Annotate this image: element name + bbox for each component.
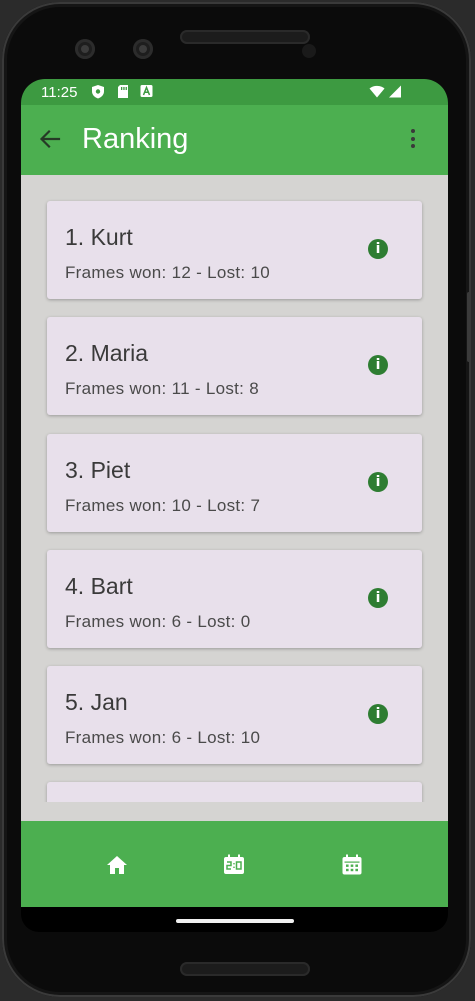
- ranking-list[interactable]: 1. Kurt Frames won: 12 - Lost: 10 i 2. M…: [21, 175, 448, 802]
- gesture-home-bar[interactable]: [176, 919, 294, 923]
- player-name: 2. Maria: [65, 340, 149, 366]
- player-stats: Frames won: 12 - Lost: 10: [65, 263, 270, 282]
- ranking-card[interactable]: 2. Maria Frames won: 11 - Lost: 8 i: [47, 317, 422, 415]
- phone-frame: 11:25 Ranking 1. Kurt Frames won: 12 - L…: [2, 2, 471, 997]
- front-camera: [75, 39, 95, 59]
- info-icon[interactable]: i: [368, 355, 388, 375]
- home-icon[interactable]: [105, 853, 129, 877]
- sim-card-icon: [118, 85, 128, 98]
- status-time: 11:25: [41, 84, 78, 101]
- power-button: [467, 292, 471, 362]
- info-icon[interactable]: i: [368, 472, 388, 492]
- arrow-back-icon[interactable]: [39, 128, 61, 150]
- wifi-icon: [369, 85, 385, 98]
- player-name: 1. Kurt: [65, 224, 133, 250]
- status-bar: 11:25: [21, 79, 448, 105]
- signal-icon: [389, 85, 401, 98]
- front-sensor: [133, 39, 153, 59]
- shield-icon: [92, 85, 104, 99]
- proximity-sensor: [302, 44, 316, 58]
- a-box-icon: [140, 85, 153, 97]
- player-stats: Frames won: 6 - Lost: 10: [65, 728, 261, 747]
- calendar-icon[interactable]: [340, 853, 364, 877]
- list-bottom-gap: [21, 802, 448, 821]
- bottom-navigation: [21, 821, 448, 907]
- info-icon[interactable]: i: [368, 704, 388, 724]
- app-bar: Ranking: [21, 105, 448, 175]
- player-stats: Frames won: 11 - Lost: 8: [65, 379, 259, 398]
- player-name: 3. Piet: [65, 457, 131, 483]
- screen: 11:25 Ranking 1. Kurt Frames won: 12 - L…: [21, 79, 448, 932]
- player-name: 4. Bart: [65, 573, 133, 599]
- bottom-speaker: [180, 962, 310, 976]
- ranking-card-partial[interactable]: [47, 782, 422, 802]
- more-vert-icon[interactable]: [410, 129, 416, 153]
- player-stats: Frames won: 6 - Lost: 0: [65, 612, 251, 631]
- player-stats: Frames won: 10 - Lost: 7: [65, 496, 261, 515]
- earpiece-speaker: [180, 30, 310, 44]
- ranking-card[interactable]: 5. Jan Frames won: 6 - Lost: 10 i: [47, 666, 422, 764]
- info-icon[interactable]: i: [368, 588, 388, 608]
- ranking-card[interactable]: 1. Kurt Frames won: 12 - Lost: 10 i: [47, 201, 422, 299]
- player-name: 5. Jan: [65, 689, 128, 715]
- info-icon[interactable]: i: [368, 239, 388, 259]
- ranking-card[interactable]: 3. Piet Frames won: 10 - Lost: 7 i: [47, 434, 422, 532]
- scoreboard-icon[interactable]: [222, 853, 246, 877]
- ranking-card[interactable]: 4. Bart Frames won: 6 - Lost: 0 i: [47, 550, 422, 648]
- page-title: Ranking: [82, 123, 189, 155]
